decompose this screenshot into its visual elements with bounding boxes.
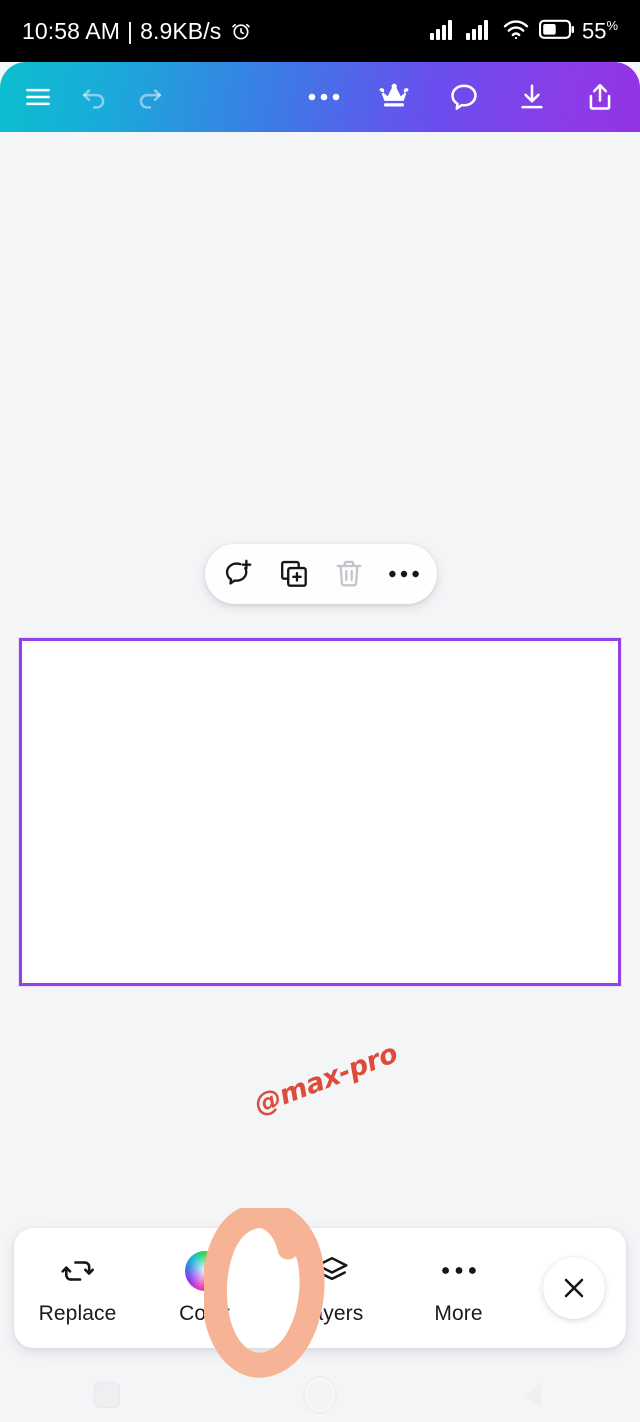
home-button[interactable] [275,1368,365,1422]
menu-icon[interactable] [10,69,66,125]
status-time: 10:58 AM [22,17,120,44]
selected-rectangle[interactable] [19,638,621,986]
replace-icon [60,1251,96,1291]
recents-square-icon [93,1382,120,1408]
battery-icon [538,19,575,45]
bottom-item-replace[interactable]: Replace [14,1228,141,1348]
status-network-speed: 8.9KB/s [140,17,222,44]
close-button-wrap [522,1228,626,1348]
more-icon[interactable] [381,551,427,597]
bottom-item-layers[interactable]: Layers [268,1228,395,1348]
status-bar: 10:58 AM | 8.9KB/s 55% [0,0,640,62]
top-app-bar [0,62,640,132]
delete-icon[interactable] [326,551,372,597]
color-wheel-icon [184,1250,225,1291]
layers-icon [314,1251,350,1291]
bottom-item-more[interactable]: More [395,1228,522,1348]
back-button[interactable] [488,1368,578,1422]
bottom-label-more: More [434,1301,483,1325]
share-icon[interactable] [572,69,628,125]
watermark-text: @max-pro [250,1037,402,1121]
back-triangle-icon [524,1383,542,1407]
bottom-label-color: Color [179,1301,230,1325]
crown-icon[interactable] [366,69,422,125]
bottom-item-color[interactable]: Color [141,1228,268,1348]
status-bar-left: 10:58 AM | 8.9KB/s [22,18,252,45]
comment-icon[interactable] [436,69,492,125]
recents-button[interactable] [62,1368,152,1422]
bottom-label-replace: Replace [38,1301,117,1325]
download-icon[interactable] [504,69,560,125]
add-comment-icon[interactable] [216,551,262,597]
more-options-icon[interactable] [296,69,352,125]
bottom-label-layers: Layers [299,1301,364,1325]
battery-percent: 55% [581,18,618,44]
phone-screen: 10:58 AM | 8.9KB/s 55% @max-pro Replace … [0,0,640,1422]
status-bar-right: 55% [429,18,618,45]
status-separator: | [126,17,134,44]
wifi-icon [502,18,530,45]
close-button[interactable] [543,1257,605,1319]
home-circle-icon [304,1378,335,1412]
signal-bars-icon [465,18,493,45]
android-nav-bar [0,1368,640,1422]
duplicate-icon[interactable] [271,551,317,597]
more-dots-icon [441,1251,477,1291]
signal-bars-icon [429,18,457,45]
alarm-icon [230,20,252,42]
element-context-toolbar [205,544,437,604]
bottom-toolbar: Replace Color Layers More [14,1228,626,1348]
redo-icon[interactable] [122,69,178,125]
design-canvas[interactable]: @max-pro [0,132,640,1368]
undo-icon[interactable] [66,69,122,125]
